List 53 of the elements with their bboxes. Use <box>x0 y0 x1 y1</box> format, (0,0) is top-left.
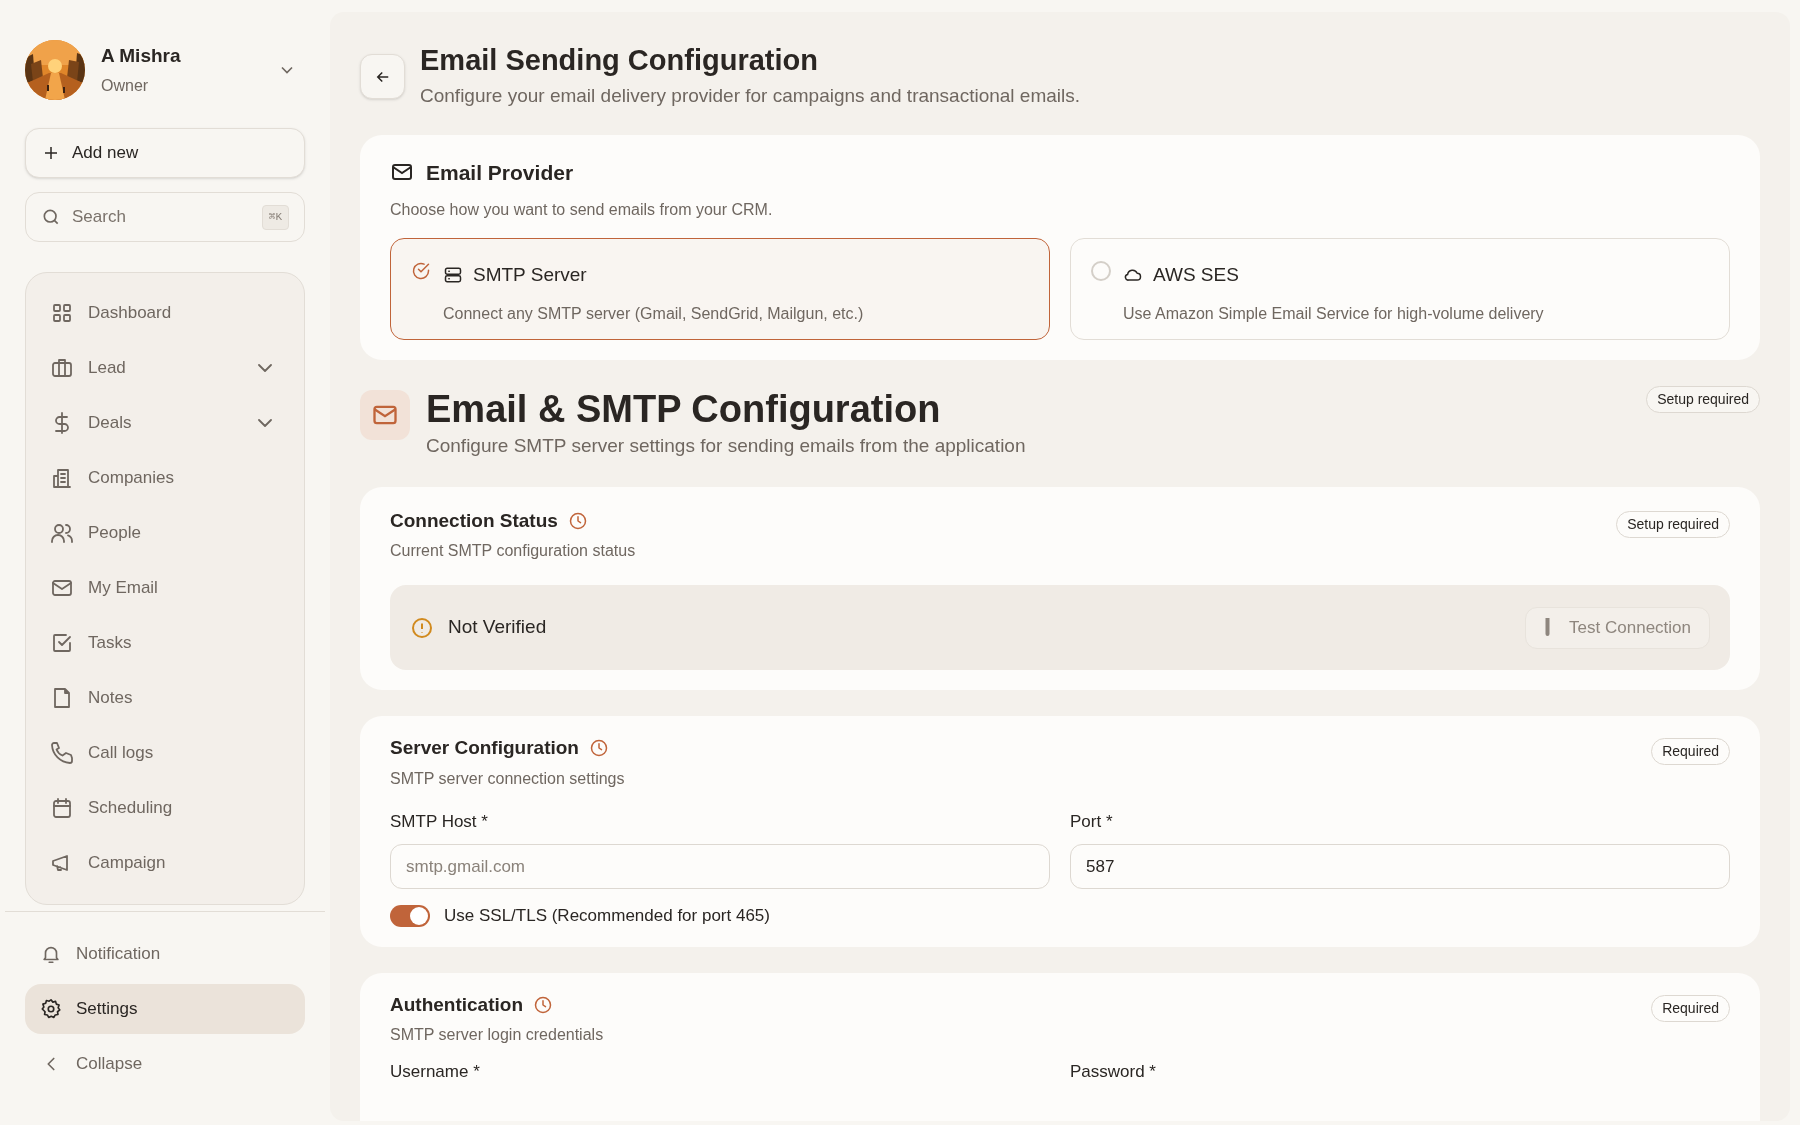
nav-item[interactable]: Campaign <box>42 835 288 890</box>
shortcut-key: ⌘K <box>261 205 289 230</box>
nav-item[interactable]: People <box>42 505 288 560</box>
nav-item[interactable]: Notification <box>25 929 305 979</box>
field-label: SMTP Host * <box>390 810 489 833</box>
section-subtitle: Configure SMTP server settings for sending emails from the application <box>426 434 1027 458</box>
add-new-button[interactable]: Add new <box>25 128 305 178</box>
nav-item[interactable]: My Email <box>42 560 288 615</box>
card-description: Choose how you want to send emails from your CRM. <box>390 200 774 220</box>
card-title: Connection Status <box>390 508 558 533</box>
input-field[interactable]: smtp.gmail.com <box>390 844 1050 889</box>
field-label: Username * <box>390 1061 481 1083</box>
card-subtitle: SMTP server connection settings <box>390 768 626 789</box>
section-title: Email & SMTP Configuration <box>426 387 942 432</box>
settings-icon <box>40 998 62 1020</box>
nav-item[interactable]: Tasks <box>42 615 288 670</box>
radio-icon <box>1091 261 1111 281</box>
card-subtitle: SMTP server login credentials <box>390 1025 605 1045</box>
calendar-icon <box>50 795 74 820</box>
nav-item[interactable]: Dashboard <box>42 285 288 340</box>
card-title: Server Configuration <box>390 736 579 760</box>
clock-icon <box>589 738 609 759</box>
nav-item[interactable]: Notes <box>42 670 288 725</box>
nav-item[interactable]: Lead <box>42 340 288 395</box>
status-text: Not Verified <box>448 615 548 640</box>
input-field[interactable]: 587 <box>1070 844 1730 889</box>
card-title: Authentication <box>390 992 523 1017</box>
status-badge: Setup required <box>1646 386 1760 413</box>
page-subtitle: Configure your email delivery provider for campaigns and transactional emails. <box>420 84 1081 108</box>
nav-item[interactable]: Deals <box>42 395 288 450</box>
field-label: Port * <box>1070 810 1114 833</box>
search-icon <box>41 207 61 227</box>
card-subtitle: Current SMTP configuration status <box>390 541 637 561</box>
nav-item[interactable]: Scheduling <box>42 780 288 835</box>
user-name: A Mishra <box>101 43 182 68</box>
phone-icon <box>50 740 74 765</box>
user-role: Owner <box>101 76 150 97</box>
clock-icon <box>567 510 588 531</box>
provider-option[interactable]: SMTP Server Connect any SMTP server (Gmail, SendGrid, Mailgun, etc.) <box>390 238 1050 340</box>
clock-icon <box>533 994 553 1015</box>
nav-item[interactable]: Collapse <box>25 1039 305 1089</box>
test-tube-icon <box>1544 618 1552 637</box>
nav-item[interactable]: Call logs <box>42 725 288 780</box>
ssl-toggle[interactable] <box>390 904 430 927</box>
field-label: Password * <box>1070 1061 1157 1083</box>
provider-option[interactable]: AWS SES Use Amazon Simple Email Service for high-volume delivery <box>1070 238 1730 340</box>
toggle-label: Use SSL/TLS (Recommended for port 465) <box>444 905 770 927</box>
alert-icon <box>410 615 434 640</box>
nav-item[interactable]: Companies <box>42 450 288 505</box>
card-title: Email Provider <box>426 159 574 186</box>
plus-icon <box>42 144 60 162</box>
page-title: Email Sending Configuration <box>420 43 819 78</box>
nav-item[interactable]: Settings <box>25 984 305 1034</box>
